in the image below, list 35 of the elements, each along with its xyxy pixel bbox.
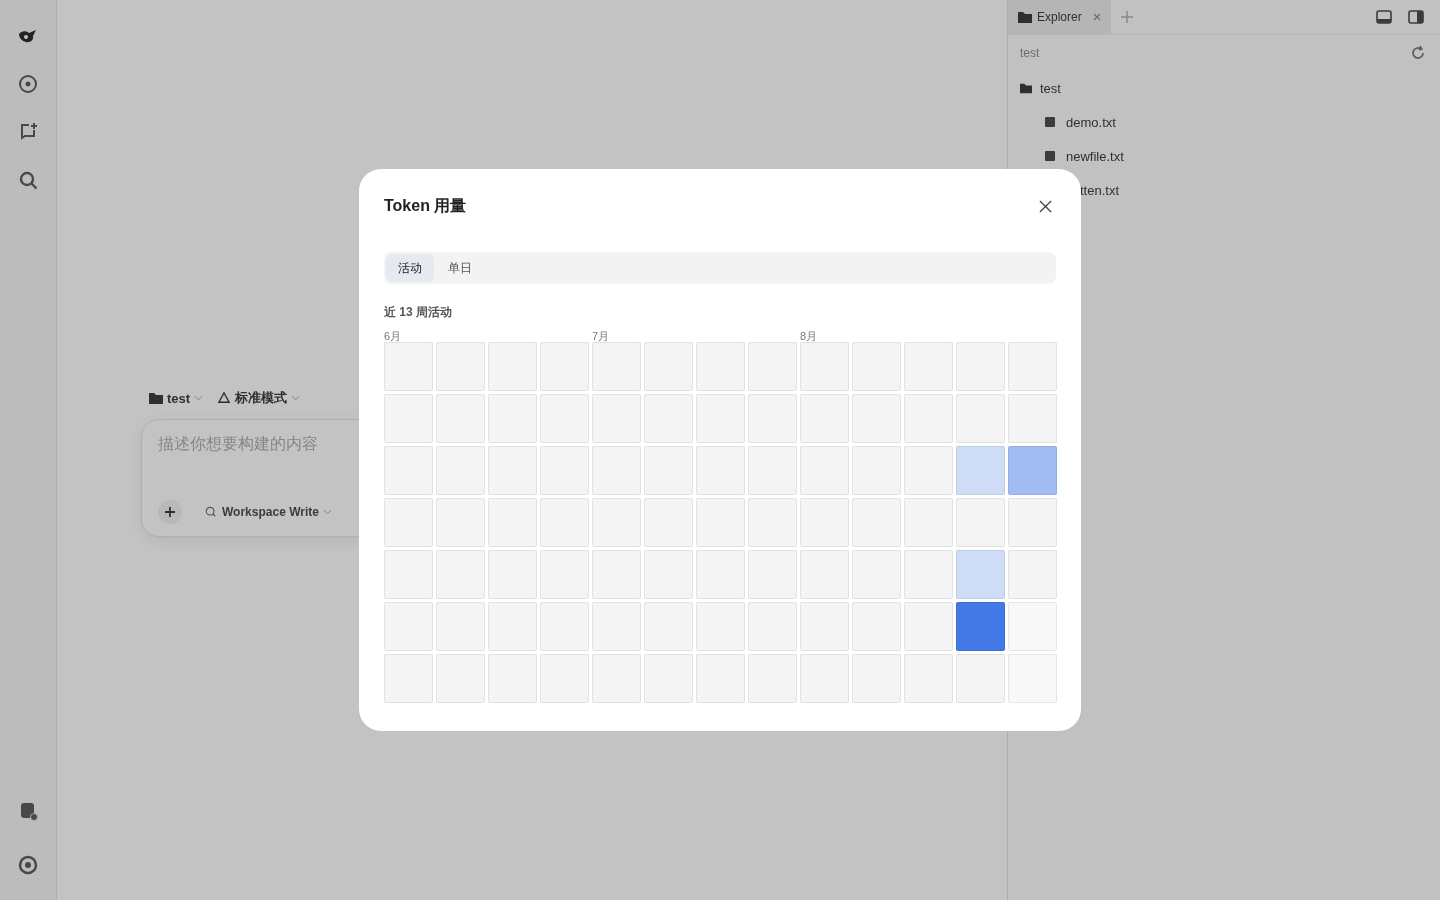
file-name[interactable]: newfile.txt — [1066, 148, 1124, 164]
chevron-down-icon — [322, 509, 332, 515]
tab[interactable]: 单日 — [436, 254, 484, 282]
search-icon[interactable] — [17, 169, 39, 191]
month-label: 6月 — [384, 330, 402, 342]
mode-selector[interactable]: 标准模式 — [217, 387, 301, 409]
target-icon[interactable] — [17, 73, 39, 95]
triangle-icon — [217, 392, 232, 404]
file-icon — [1044, 150, 1056, 162]
panel-right-icon[interactable] — [1408, 9, 1424, 25]
path-label: test — [1020, 46, 1040, 60]
panel-bottom-icon[interactable] — [1376, 9, 1392, 25]
project-selector[interactable]: test — [149, 387, 204, 409]
chevron-down-icon — [291, 395, 301, 401]
close-icon[interactable] — [1039, 199, 1052, 213]
plus-icon — [164, 506, 176, 518]
file-name[interactable]: tten.txt — [1080, 182, 1120, 198]
refresh-icon[interactable] — [1410, 45, 1426, 61]
tab[interactable]: 活动 — [386, 254, 434, 282]
chevron-down-icon — [194, 395, 204, 401]
explorer-tab[interactable]: Explorer — [1008, 0, 1111, 34]
folder-icon — [149, 392, 163, 404]
section-title: 近 13 周活动 — [384, 304, 453, 321]
add-button[interactable] — [158, 500, 182, 524]
prompt-input[interactable]: 描述你想要构建的内容 — [158, 434, 604, 484]
month-label: 8月 — [800, 330, 818, 342]
folder-icon — [1018, 11, 1032, 23]
folder-icon — [1020, 82, 1032, 94]
permission-selector[interactable]: Workspace Write — [204, 503, 332, 521]
dialog-title: Token 用量 — [384, 195, 467, 216]
folder-name[interactable]: test — [1040, 80, 1061, 96]
file-name[interactable]: demo.txt — [1066, 114, 1116, 130]
file-icon — [1044, 116, 1056, 128]
search-icon — [204, 506, 218, 518]
month-label: 7月 — [592, 330, 610, 342]
